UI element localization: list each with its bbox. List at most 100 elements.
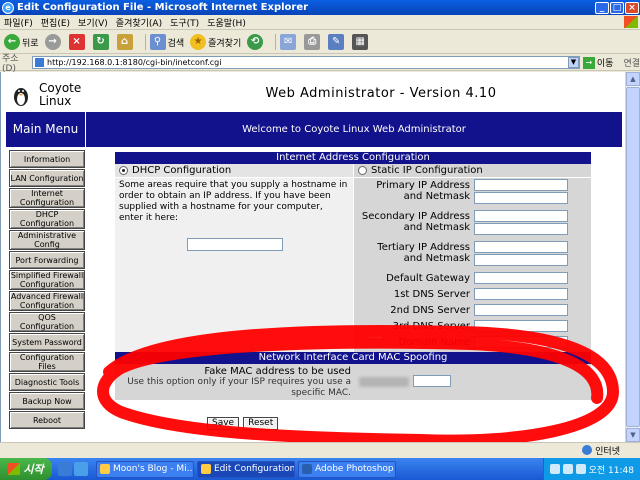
static-label: Static IP Configuration <box>371 165 483 176</box>
static-row: Secondary IP Address and Netmask <box>354 209 591 240</box>
sidebar-item[interactable]: Diagnostic Tools <box>9 373 85 391</box>
sidebar-item[interactable]: LAN Configuration <box>9 169 85 187</box>
sidebar-item[interactable]: Configuration Files <box>9 352 85 372</box>
ip-input[interactable] <box>474 288 568 300</box>
ip-input[interactable] <box>474 320 568 332</box>
scroll-down-icon[interactable]: ▼ <box>626 428 640 442</box>
edit-button[interactable]: ✎ <box>328 34 346 50</box>
messenger-button[interactable]: ▦ <box>352 34 370 50</box>
menu-favorites[interactable]: 즐겨찾기(A) <box>112 16 166 29</box>
start-button[interactable]: 시작 <box>0 458 52 480</box>
back-arrow-icon: ← <box>4 34 20 50</box>
vertical-scrollbar[interactable]: ▲ ▼ <box>625 72 640 442</box>
go-arrow-icon: → <box>582 56 595 69</box>
address-input[interactable]: http://192.168.0.1:8180/cgi-bin/inetconf… <box>32 56 580 69</box>
task-photoshop[interactable]: Adobe Photoshop <box>298 460 396 478</box>
ip-input[interactable] <box>474 254 568 266</box>
dhcp-radio[interactable] <box>119 166 128 175</box>
ip-input[interactable] <box>474 336 568 348</box>
static-row-label-a: Default Gateway <box>386 273 470 284</box>
back-label: 뒤로 <box>22 38 39 49</box>
ip-input[interactable] <box>474 272 568 284</box>
print-button[interactable]: ⎙ <box>304 34 322 50</box>
static-row-label-b: and Netmask <box>403 222 470 233</box>
task-blog[interactable]: Moon's Blog - Mi... <box>96 460 194 478</box>
print-icon: ⎙ <box>304 34 321 50</box>
mac-label: Fake MAC address to be used <box>204 366 351 377</box>
dhcp-help-text: Some areas require that you supply a hos… <box>119 180 348 223</box>
windows-logo-icon <box>8 463 21 475</box>
static-row-label: 2nd DNS Server <box>354 303 474 316</box>
start-label: 시작 <box>23 463 44 476</box>
static-row-label-b: and Netmask <box>403 191 470 202</box>
menu-edit[interactable]: 편집(E) <box>37 16 74 29</box>
config-form: Internet Address Configuration DHCP Conf… <box>115 152 591 414</box>
menu-view[interactable]: 보기(V) <box>74 16 112 29</box>
refresh-button[interactable]: ↻ <box>92 34 111 50</box>
sidebar-item[interactable]: Information <box>9 150 85 168</box>
tray-icon[interactable] <box>549 464 560 474</box>
sidebar-item[interactable]: Advanced Firewall Configuration <box>9 291 85 311</box>
home-button[interactable]: ⌂ <box>116 34 135 50</box>
sidebar-item[interactable]: System Password <box>9 333 85 351</box>
menu-help[interactable]: 도움말(H) <box>203 16 250 29</box>
history-button[interactable]: ⟲ <box>247 34 265 50</box>
desktop-quicklaunch-icon[interactable] <box>74 462 88 476</box>
static-row-label-a: 3rd DNS Server <box>392 321 470 332</box>
sidebar-item[interactable]: Backup Now <box>9 392 85 410</box>
globe-icon <box>582 445 593 455</box>
sidebar-item[interactable]: Reboot <box>9 411 85 429</box>
back-button[interactable]: ← 뒤로 <box>4 34 39 50</box>
sidebar-item[interactable]: Internet Configuration <box>9 188 85 208</box>
forward-button[interactable]: → <box>44 34 63 50</box>
mac-address-input[interactable] <box>413 375 451 387</box>
tray-icon[interactable] <box>562 464 573 474</box>
maximize-button[interactable]: □ <box>610 1 624 14</box>
forward-arrow-icon: → <box>44 34 61 50</box>
search-button[interactable]: ⚲ 검색 <box>149 34 184 50</box>
static-row-label: Domain Name <box>354 335 474 348</box>
save-button[interactable]: Save <box>207 417 240 430</box>
hostname-input[interactable] <box>187 238 283 251</box>
dhcp-column: DHCP Configuration Some areas require th… <box>115 164 353 353</box>
ip-input[interactable] <box>474 241 568 253</box>
close-button[interactable]: × <box>625 1 639 14</box>
task-edit-config[interactable]: Edit Configuration ... <box>197 460 295 478</box>
menu-tools[interactable]: 도구(T) <box>166 16 203 29</box>
static-row: Default Gateway <box>354 271 591 287</box>
ie-quicklaunch-icon[interactable] <box>58 462 72 476</box>
ip-input[interactable] <box>474 179 568 191</box>
minimize-button[interactable]: _ <box>595 1 609 14</box>
scroll-up-icon[interactable]: ▲ <box>626 72 640 86</box>
address-dropdown-icon[interactable]: ▼ <box>567 57 579 68</box>
mail-button[interactable]: ✉ <box>280 34 298 50</box>
ip-input[interactable] <box>474 192 568 204</box>
menu-file[interactable]: 파일(F) <box>0 16 37 29</box>
static-row-label-a: Tertiary IP Address <box>377 242 470 253</box>
static-row: Primary IP Address and Netmask <box>354 178 591 209</box>
favorites-button[interactable]: ★ 즐겨찾기 <box>190 34 241 50</box>
scroll-thumb[interactable] <box>626 87 640 427</box>
reset-button[interactable]: Reset <box>243 417 279 430</box>
go-label: 이동 <box>596 59 614 69</box>
go-button[interactable]: → 이동 <box>582 56 614 69</box>
static-row-label: 3rd DNS Server <box>354 319 474 332</box>
dhcp-option[interactable]: DHCP Configuration <box>115 164 353 178</box>
sidebar-item[interactable]: Port Forwarding <box>9 251 85 269</box>
stop-button[interactable]: × <box>68 34 87 50</box>
sidebar-item[interactable]: QOS Configuration <box>9 312 85 332</box>
sidebar-item[interactable]: Administrative Config <box>9 230 85 250</box>
static-row-label-a: Secondary IP Address <box>361 211 470 222</box>
links-button[interactable]: 연결 <box>623 56 640 69</box>
static-radio[interactable] <box>358 166 367 175</box>
sidebar-item[interactable]: Simplified Firewall Configuration <box>9 270 85 290</box>
static-row-label: 1st DNS Server <box>354 287 474 300</box>
ip-input[interactable] <box>474 223 568 235</box>
static-option[interactable]: Static IP Configuration <box>354 164 591 178</box>
ip-input[interactable] <box>474 304 568 316</box>
ip-input[interactable] <box>474 210 568 222</box>
tray-icon[interactable] <box>575 464 586 474</box>
task-label: Edit Configuration ... <box>214 464 295 474</box>
sidebar-item[interactable]: DHCP Configuration <box>9 209 85 229</box>
page-icon <box>35 58 44 67</box>
